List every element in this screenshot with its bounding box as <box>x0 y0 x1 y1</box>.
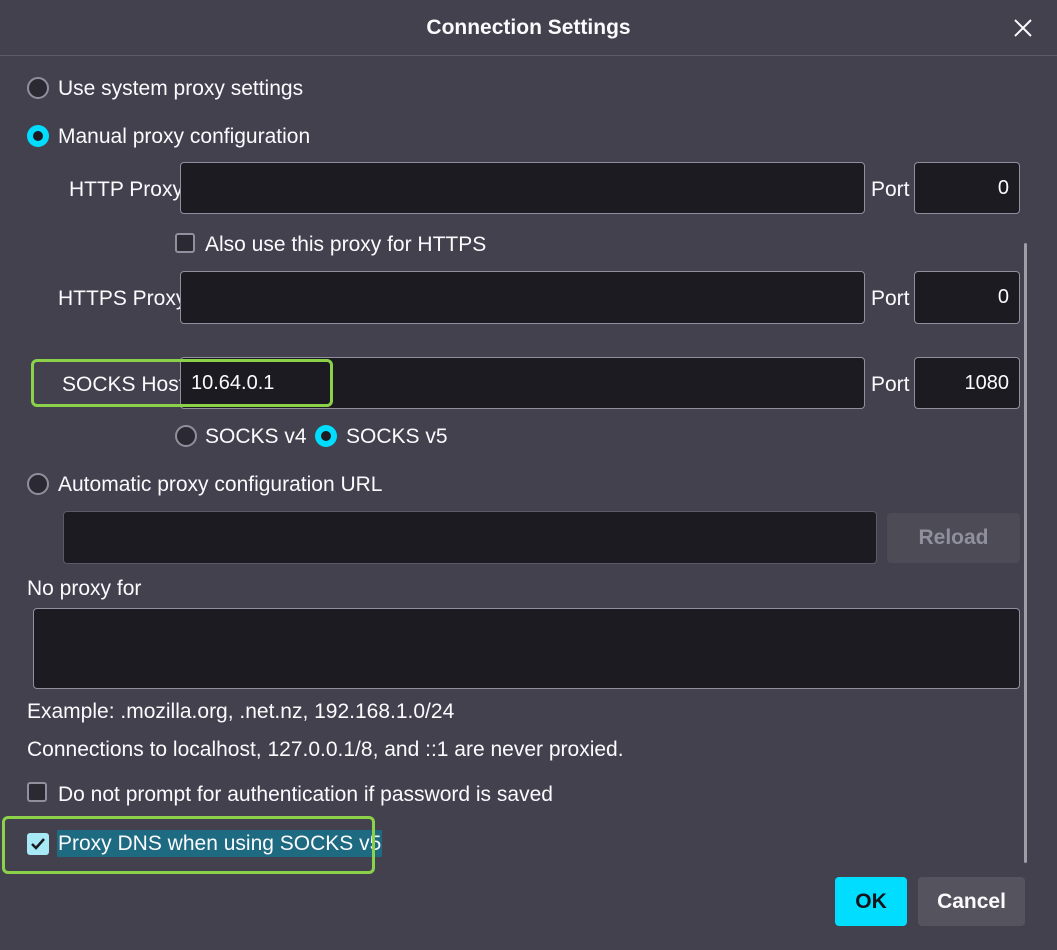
auto-proxy-label: Automatic proxy configuration URL <box>58 473 383 496</box>
socks-v4-label: SOCKS v4 <box>205 425 307 448</box>
radio-socks-v5[interactable] <box>315 425 337 447</box>
http-proxy-label: HTTP Proxy <box>69 178 183 201</box>
no-proxy-label: No proxy for <box>27 577 142 600</box>
cancel-button[interactable]: Cancel <box>918 877 1025 926</box>
socks-host-highlight <box>31 359 333 407</box>
no-proxy-example: Example: .mozilla.org, .net.nz, 192.168.… <box>27 700 455 723</box>
system-proxy-label: Use system proxy settings <box>58 77 304 100</box>
http-port-label: Port <box>871 178 910 201</box>
https-proxy-label: HTTPS Proxy <box>58 287 187 310</box>
manual-proxy-label: Manual proxy configuration <box>58 125 311 148</box>
checkbox-no-auth-prompt[interactable] <box>27 782 47 802</box>
https-port-label: Port <box>871 287 910 310</box>
radio-auto-proxy[interactable] <box>27 473 49 495</box>
scrollbar[interactable] <box>1024 243 1027 863</box>
close-button[interactable] <box>1009 14 1037 42</box>
http-port-input[interactable] <box>914 162 1020 214</box>
socks-port-input[interactable] <box>914 357 1020 409</box>
http-proxy-input[interactable] <box>180 162 865 214</box>
no-auth-prompt-label: Do not prompt for authentication if pass… <box>58 783 553 806</box>
close-icon <box>1014 19 1032 37</box>
no-proxy-note: Connections to localhost, 127.0.0.1/8, a… <box>27 738 624 761</box>
ok-button[interactable]: OK <box>835 877 907 926</box>
socks-v5-label: SOCKS v5 <box>346 425 448 448</box>
radio-system-proxy[interactable] <box>27 77 49 99</box>
no-proxy-textarea[interactable] <box>33 608 1020 689</box>
proxy-dns-highlight <box>2 816 375 874</box>
https-proxy-input[interactable] <box>180 271 865 324</box>
radio-manual-proxy[interactable] <box>27 125 49 147</box>
also-https-label: Also use this proxy for HTTPS <box>205 233 487 256</box>
dialog-title: Connection Settings <box>426 16 631 39</box>
radio-socks-v4[interactable] <box>175 425 197 447</box>
socks-port-label: Port <box>871 373 910 396</box>
title-bar: Connection Settings <box>0 0 1057 56</box>
https-port-input[interactable] <box>914 271 1020 324</box>
auto-proxy-url-input[interactable] <box>63 511 877 564</box>
connection-settings-dialog: Connection Settings Use system proxy set… <box>0 0 1057 950</box>
checkbox-also-https[interactable] <box>175 233 195 253</box>
reload-button[interactable]: Reload <box>887 513 1020 563</box>
